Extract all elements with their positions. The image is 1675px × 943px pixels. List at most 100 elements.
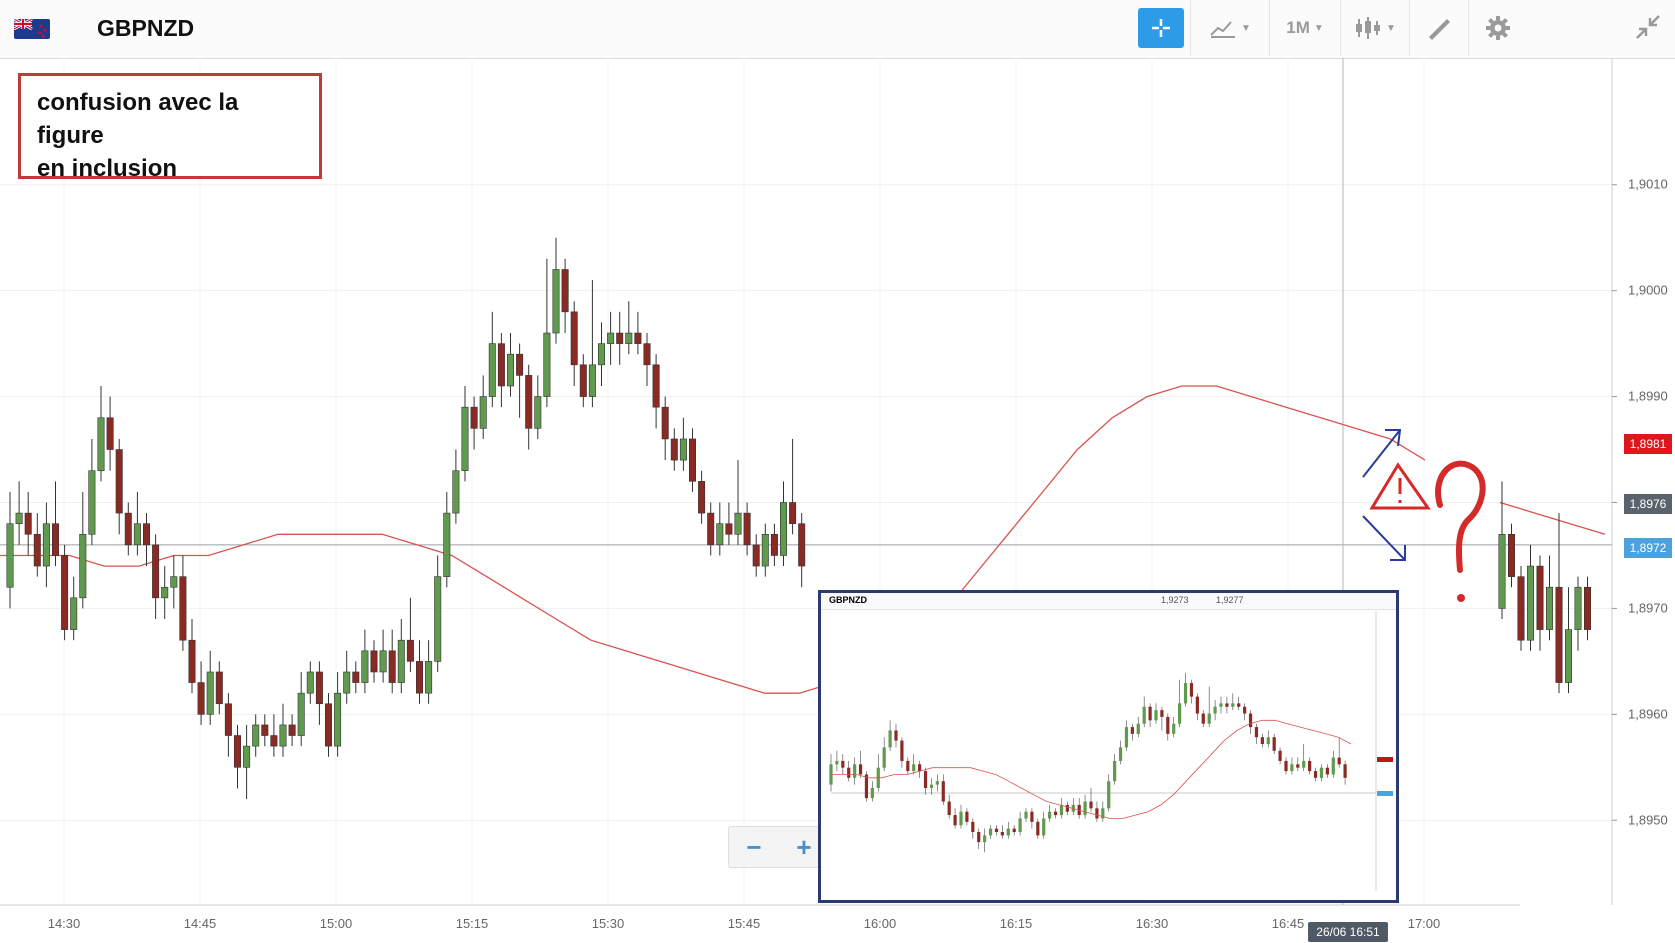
- candle: [543, 258, 551, 408]
- inset-candle-body: [870, 788, 874, 799]
- caret-down-icon: ▼: [1386, 22, 1396, 34]
- candle: [1536, 555, 1544, 651]
- candle: [516, 343, 524, 418]
- zoom-in-button[interactable]: +: [796, 832, 811, 863]
- gear-icon: [1486, 16, 1510, 40]
- candle-body: [388, 650, 396, 683]
- inset-candle-body: [1183, 683, 1188, 704]
- timeframe-button[interactable]: 1M ▼: [1269, 0, 1340, 56]
- crosshair-icon: [1152, 19, 1170, 37]
- candle: [461, 385, 469, 482]
- inset-candle-body: [923, 771, 928, 788]
- settings-button[interactable]: [1468, 0, 1527, 56]
- x-tick-label: 16:45: [1272, 916, 1305, 931]
- inset-candle-body: [1036, 821, 1040, 836]
- candle-body: [597, 343, 605, 366]
- inset-candle-body: [1337, 757, 1341, 765]
- inset-candle-body: [900, 740, 904, 761]
- candle-body: [688, 438, 696, 482]
- candle: [625, 301, 633, 355]
- inset-candle-body: [1042, 818, 1046, 836]
- candle: [70, 576, 78, 641]
- candle-body: [252, 724, 260, 747]
- inset-candle-body: [1237, 703, 1241, 707]
- candle-body: [607, 332, 615, 344]
- inset-price-b: 1,9277: [1216, 595, 1244, 605]
- inset-candle-body: [1142, 706, 1146, 724]
- inset-candle-body: [1113, 760, 1117, 782]
- candle-body: [543, 332, 551, 397]
- inset-candle-body: [1278, 750, 1282, 761]
- candle: [661, 396, 669, 461]
- inset-candle-body: [1207, 713, 1211, 724]
- inset-candle-body: [1243, 706, 1247, 714]
- inset-header: GBPNZD 1,9273 1,9277: [821, 593, 1396, 610]
- price-tag-red: 1,8981: [1624, 434, 1672, 454]
- candle-body: [397, 639, 405, 683]
- inset-candle-body: [1219, 703, 1223, 707]
- candle: [1546, 555, 1554, 641]
- candle: [643, 333, 651, 386]
- candle-body: [461, 406, 469, 472]
- candle: [415, 640, 423, 704]
- inset-candle-body: [1201, 713, 1205, 724]
- candle-body: [516, 353, 524, 376]
- inset-candle-body: [1089, 801, 1093, 809]
- candle: [616, 311, 624, 365]
- inset-candle-body: [1095, 808, 1099, 819]
- candle-body: [497, 343, 505, 387]
- candle-body: [434, 576, 442, 662]
- candle: [1555, 513, 1563, 694]
- annotation-line-2: en inclusion: [37, 155, 178, 182]
- candle-body: [443, 512, 451, 577]
- collapse-button[interactable]: [1635, 14, 1661, 45]
- candle-body: [1574, 586, 1582, 630]
- candle: [379, 629, 387, 683]
- candle-body: [1555, 586, 1563, 683]
- candle: [634, 311, 642, 355]
- candle: [1584, 576, 1592, 641]
- candle-body: [306, 671, 314, 694]
- candle: [51, 481, 59, 567]
- candle-body: [1527, 565, 1535, 641]
- candle: [479, 375, 487, 439]
- candle: [297, 671, 305, 747]
- candle-body: [152, 544, 160, 599]
- candle-body: [652, 364, 660, 408]
- inset-candle-body: [971, 821, 975, 832]
- inset-candle-body: [1178, 703, 1182, 724]
- inset-candle-body: [1248, 713, 1253, 728]
- annotation-box: confusion avec la figure en inclusion: [18, 73, 322, 182]
- candle-body: [716, 523, 724, 546]
- candle-body: [97, 417, 105, 472]
- candle: [243, 724, 251, 800]
- crosshair-button[interactable]: [1138, 8, 1184, 48]
- candle: [716, 502, 724, 556]
- candle-body: [170, 576, 178, 588]
- inset-candle-body: [906, 760, 910, 772]
- caret-down-icon: ▼: [1241, 22, 1251, 34]
- candle: [79, 491, 87, 609]
- inset-price-tag: [1377, 791, 1393, 796]
- candle: [88, 438, 96, 545]
- candle: [770, 523, 778, 567]
- candle: [497, 333, 505, 408]
- candle-body: [525, 375, 533, 429]
- inset-candle-body: [1006, 828, 1010, 836]
- candle-body: [415, 661, 423, 694]
- zoom-out-button[interactable]: −: [746, 832, 761, 863]
- candle-body: [352, 671, 360, 683]
- candle-body: [1565, 629, 1573, 683]
- chart-type-button[interactable]: ▼: [1190, 0, 1269, 56]
- candlestick-button[interactable]: ▼: [1340, 0, 1409, 56]
- candle: [315, 661, 323, 725]
- candle-body: [379, 650, 387, 673]
- draw-button[interactable]: [1409, 0, 1468, 56]
- inset-candle-body: [977, 832, 981, 843]
- inset-candle-body: [1107, 781, 1111, 809]
- inset-candle-body: [1325, 767, 1329, 775]
- candle-body: [370, 650, 378, 673]
- candle-body: [789, 502, 797, 524]
- candle: [761, 523, 769, 577]
- inset-candle-body: [983, 835, 987, 843]
